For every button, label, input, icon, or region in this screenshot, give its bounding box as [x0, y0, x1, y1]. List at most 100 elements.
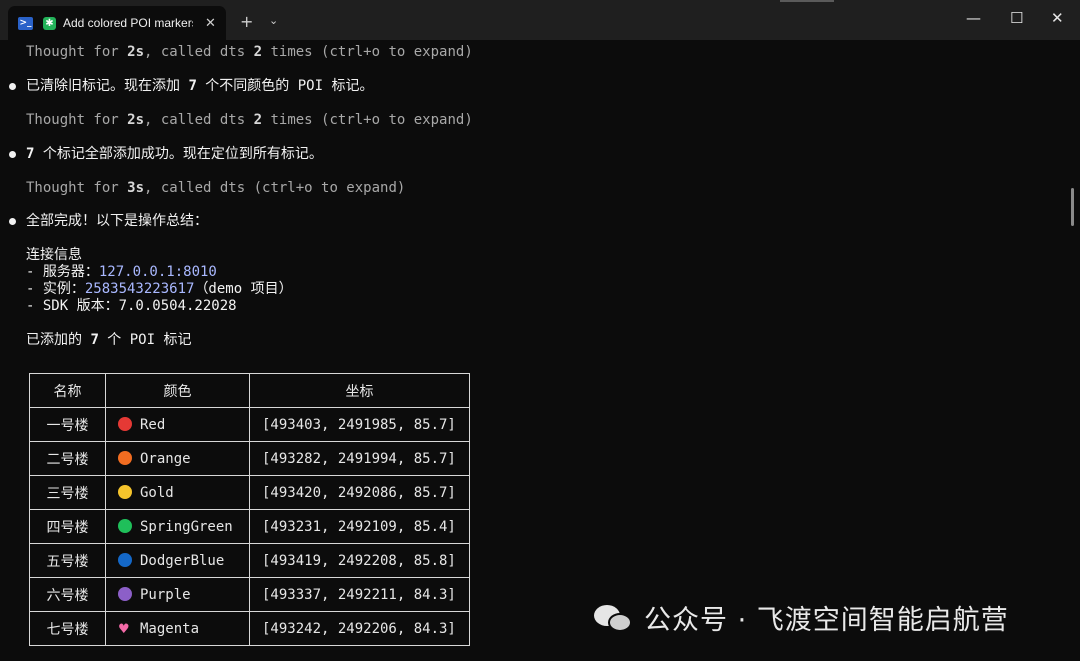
tab-dropdown-icon[interactable]: ⌄	[269, 14, 278, 27]
bullet-icon	[9, 151, 16, 158]
thought-prefix: Thought for	[26, 180, 128, 196]
thought-count: 2	[253, 44, 263, 60]
table-row: 六号楼 Purple [493337, 2492211, 84.3]	[29, 577, 470, 612]
poi-heading-number: 7	[90, 332, 99, 348]
cell-color: SpringGreen	[105, 509, 250, 544]
close-button[interactable]: ✕	[1051, 9, 1064, 27]
bullet-icon	[9, 83, 16, 90]
cell-color: DodgerBlue	[105, 543, 250, 578]
cell-color: Red	[105, 407, 250, 442]
app-icon: ✱	[43, 16, 56, 30]
instance-note: （demo 项目）	[194, 281, 293, 297]
thought-line-1[interactable]: Thought for 2s, called dts 2 times (ctrl…	[26, 43, 473, 61]
cell-color: Gold	[105, 475, 250, 510]
message-1: 已清除旧标记。现在添加 7 个不同颜色的 POI 标记。	[26, 77, 373, 95]
bullet-icon	[9, 218, 16, 225]
cell-color: ♥ Magenta	[105, 611, 250, 646]
thought-suffix: , called dts (ctrl+o to expand)	[144, 180, 406, 196]
color-name: Magenta	[140, 620, 200, 637]
thought-prefix: Thought for	[26, 112, 128, 128]
color-swatch-icon	[118, 586, 132, 601]
cell-coord: [493337, 2492211, 84.3]	[249, 577, 470, 612]
table-row: 一号楼 Red [493403, 2491985, 85.7]	[29, 407, 470, 442]
message-3: 全部完成！以下是操作总结：	[26, 213, 208, 229]
server-value: 127.0.0.1:8010	[98, 264, 217, 280]
message-2: 7 个标记全部添加成功。现在定位到所有标记。	[26, 145, 323, 163]
thought-suffix: times (ctrl+o to expand)	[262, 44, 473, 60]
cell-coord: [493231, 2492109, 85.4]	[249, 509, 470, 544]
table-header-row: 名称 颜色 坐标	[29, 373, 470, 408]
poi-heading-text: 个 POI 标记	[98, 332, 192, 348]
sdk-version-line: - SDK 版本：7.0.0504.22028	[26, 298, 237, 314]
connection-heading: 连接信息	[26, 247, 82, 263]
thought-suffix: times (ctrl+o to expand)	[262, 112, 473, 128]
thought-line-3[interactable]: Thought for 3s, called dts (ctrl+o to ex…	[26, 179, 405, 197]
table-row: 二号楼 Orange [493282, 2491994, 85.7]	[29, 441, 470, 476]
thought-prefix: Thought for	[26, 44, 128, 60]
powershell-icon: >_	[18, 16, 33, 30]
cell-name: 七号楼	[29, 611, 106, 646]
watermark: 公众号 · 飞渡空间智能启航营	[594, 598, 1009, 637]
title-bar: >_ ✱ Add colored POI markers t ✕ + ⌄ — ☐…	[0, 0, 1080, 40]
title-bar-accent	[780, 0, 834, 2]
cell-name: 四号楼	[29, 509, 106, 544]
thought-duration: 3s	[127, 180, 145, 196]
table-row: 七号楼 ♥ Magenta [493242, 2492206, 84.3]	[29, 611, 470, 646]
cell-name: 六号楼	[29, 577, 106, 612]
cell-name: 三号楼	[29, 475, 106, 510]
cell-coord: [493282, 2491994, 85.7]	[249, 441, 470, 476]
maximize-button[interactable]: ☐	[1010, 9, 1023, 27]
message-text: 已清除旧标记。现在添加	[26, 78, 189, 94]
tab-title: Add colored POI markers t	[63, 16, 193, 30]
instance-line: - 实例：2583543223617（demo 项目）	[26, 280, 293, 298]
color-swatch-icon	[118, 450, 132, 465]
color-name: SpringGreen	[140, 518, 233, 535]
thought-count: 2	[253, 112, 263, 128]
message-text: 个不同颜色的 POI 标记。	[196, 78, 374, 94]
instance-value: 2583543223617	[84, 281, 195, 297]
message-number: 7	[188, 78, 197, 94]
table-row: 四号楼 SpringGreen [493231, 2492109, 85.4]	[29, 509, 470, 544]
thought-duration: 2s	[127, 44, 145, 60]
poi-heading: 已添加的 7 个 POI 标记	[26, 331, 191, 349]
color-swatch-icon	[118, 416, 132, 431]
scrollbar-thumb[interactable]	[1071, 188, 1074, 226]
color-swatch-icon	[118, 518, 132, 533]
heart-icon: ♥	[118, 621, 130, 637]
server-label: - 服务器：	[26, 264, 99, 280]
poi-heading-text: 已添加的	[26, 332, 91, 348]
color-name: DodgerBlue	[140, 552, 225, 569]
cell-coord: [493419, 2492208, 85.8]	[249, 543, 470, 578]
thought-duration: 2s	[127, 112, 145, 128]
color-name: Purple	[140, 586, 191, 603]
minimize-button[interactable]: —	[966, 9, 981, 27]
thought-line-2[interactable]: Thought for 2s, called dts 2 times (ctrl…	[26, 111, 473, 129]
instance-label: - 实例：	[26, 281, 85, 297]
cell-name: 一号楼	[29, 407, 106, 442]
tab-close-icon[interactable]: ✕	[205, 16, 216, 31]
cell-color: Purple	[105, 577, 250, 612]
cell-name: 二号楼	[29, 441, 106, 476]
header-name: 名称	[29, 373, 106, 408]
color-name: Orange	[140, 450, 191, 467]
server-line: - 服务器：127.0.0.1:8010	[26, 263, 217, 281]
thought-mid: , called dts	[144, 112, 254, 128]
table-row: 三号楼 Gold [493420, 2492086, 85.7]	[29, 475, 470, 510]
color-swatch-icon	[118, 484, 132, 499]
table-row: 五号楼 DodgerBlue [493419, 2492208, 85.8]	[29, 543, 470, 578]
thought-mid: , called dts	[144, 44, 254, 60]
message-text: 个标记全部添加成功。现在定位到所有标记。	[34, 146, 323, 162]
cell-color: Orange	[105, 441, 250, 476]
watermark-text: 公众号 · 飞渡空间智能启航营	[644, 605, 1009, 636]
wechat-icon	[594, 603, 634, 633]
color-swatch-icon	[118, 552, 132, 567]
terminal-tab[interactable]: >_ ✱ Add colored POI markers t ✕	[8, 6, 226, 40]
cell-coord: [493242, 2492206, 84.3]	[249, 611, 470, 646]
header-color: 颜色	[105, 373, 250, 408]
cell-name: 五号楼	[29, 543, 106, 578]
header-coord: 坐标	[249, 373, 470, 408]
new-tab-button[interactable]: +	[240, 12, 253, 31]
color-name: Red	[140, 416, 166, 433]
color-name: Gold	[140, 484, 174, 501]
cell-coord: [493403, 2491985, 85.7]	[249, 407, 470, 442]
